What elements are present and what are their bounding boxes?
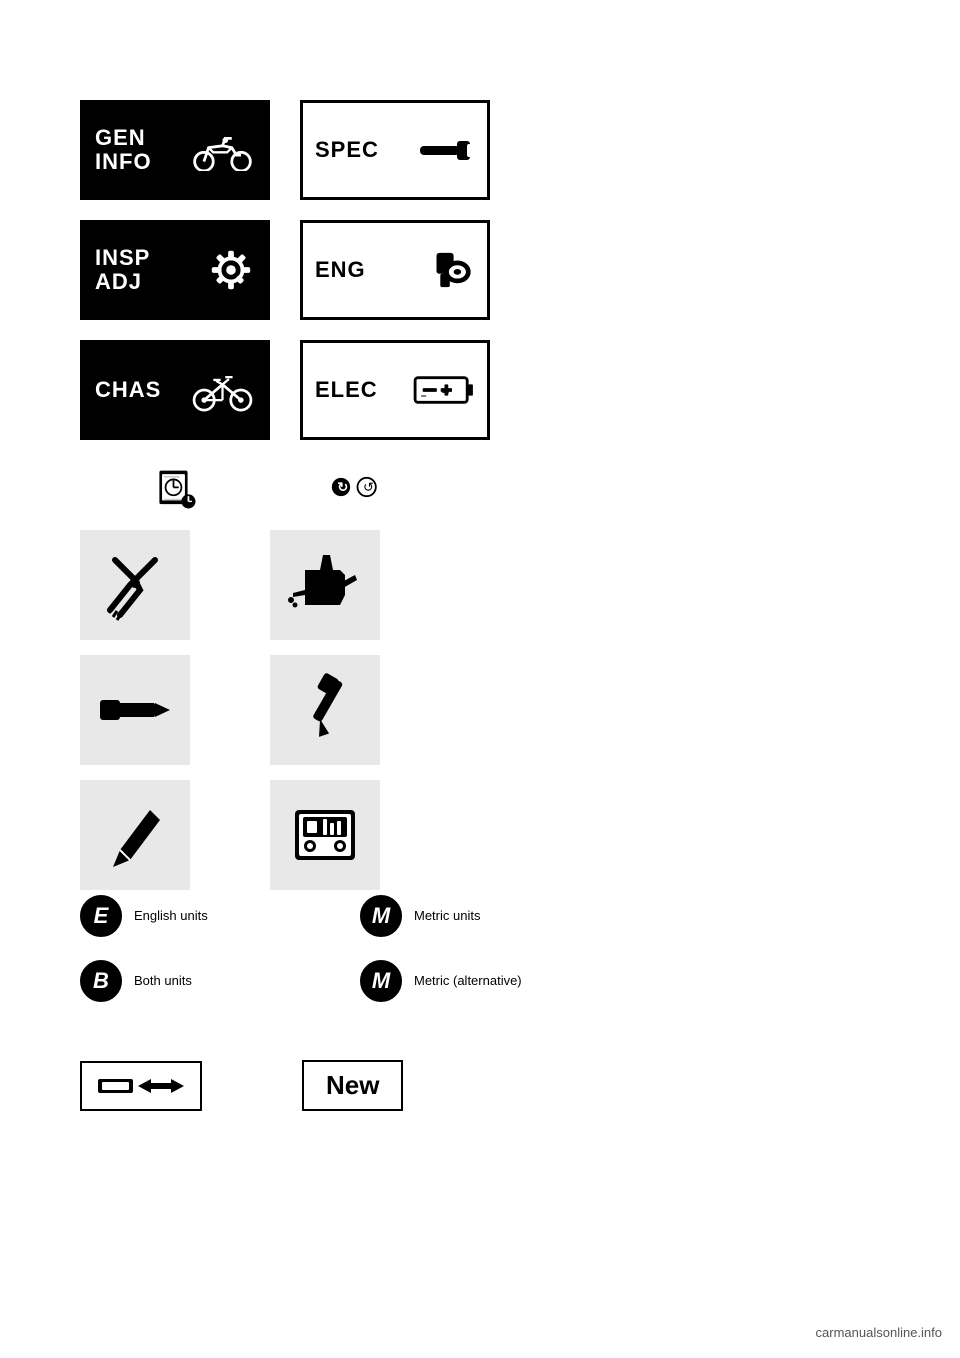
unit-E: E English units bbox=[80, 895, 360, 937]
symbol-arrows-area: ↻ ↺ bbox=[330, 468, 385, 511]
tools-grid bbox=[80, 530, 380, 890]
category-elec: ELEC – + bbox=[300, 340, 490, 440]
units-row-1: E English units M Metric units bbox=[80, 895, 640, 937]
units-row-2: B Both units M Metric (alternative) bbox=[80, 960, 640, 1002]
category-gen-info: GENINFO bbox=[80, 100, 270, 200]
svg-text:↺: ↺ bbox=[363, 480, 374, 495]
symbol-clock-area bbox=[155, 468, 199, 517]
cat-text-elec: ELEC bbox=[315, 378, 378, 402]
cat-text-chas: CHAS bbox=[95, 378, 161, 402]
cat-icon-battery: – + bbox=[413, 372, 475, 408]
cat-icon-wrench bbox=[415, 133, 475, 168]
unit-M2-label: Metric (alternative) bbox=[414, 972, 522, 990]
cat-icon-spark bbox=[417, 251, 475, 289]
tool-screwdriver bbox=[270, 655, 380, 765]
new-badge: New bbox=[302, 1060, 403, 1111]
tool-oil-can bbox=[270, 530, 380, 640]
cat-icon-bicycle bbox=[190, 368, 255, 412]
new-label: New bbox=[326, 1070, 379, 1100]
unit-B: B Both units bbox=[80, 960, 360, 1002]
unit-E-circle: E bbox=[80, 895, 122, 937]
category-insp-adj: INSPADJ bbox=[80, 220, 270, 320]
bottom-section: New bbox=[80, 1060, 403, 1111]
category-chas: CHAS bbox=[80, 340, 270, 440]
tool-chisel bbox=[80, 780, 190, 890]
cat-text-eng: ENG bbox=[315, 258, 366, 282]
cat-icon-gear bbox=[207, 246, 255, 294]
unit-M1-label: Metric units bbox=[414, 907, 480, 925]
replace-icon-box bbox=[80, 1061, 202, 1111]
watermark: carmanualsonline.info bbox=[816, 1325, 942, 1340]
category-grid: GENINFO SPEC bbox=[80, 100, 490, 440]
category-spec: SPEC bbox=[300, 100, 490, 200]
svg-text:+: + bbox=[442, 385, 450, 400]
tool-pliers bbox=[80, 530, 190, 640]
svg-text:–: – bbox=[421, 391, 427, 402]
svg-text:↻: ↻ bbox=[337, 480, 348, 495]
category-eng: ENG bbox=[300, 220, 490, 320]
cat-text-gen-info: GENINFO bbox=[95, 126, 152, 174]
cat-text-spec: SPEC bbox=[315, 138, 379, 162]
unit-E-label: English units bbox=[134, 907, 208, 925]
page-container: GENINFO SPEC bbox=[0, 0, 960, 1358]
tool-punch bbox=[80, 655, 190, 765]
unit-B-label: Both units bbox=[134, 972, 192, 990]
unit-M2: M Metric (alternative) bbox=[360, 960, 640, 1002]
unit-M2-circle: M bbox=[360, 960, 402, 1002]
unit-M1-circle: M bbox=[360, 895, 402, 937]
replace-icon bbox=[96, 1071, 186, 1101]
cat-icon-motorcycle bbox=[190, 129, 255, 171]
cat-text-insp-adj: INSPADJ bbox=[95, 246, 150, 294]
unit-B-circle: B bbox=[80, 960, 122, 1002]
unit-M1: M Metric units bbox=[360, 895, 640, 937]
tool-meter bbox=[270, 780, 380, 890]
